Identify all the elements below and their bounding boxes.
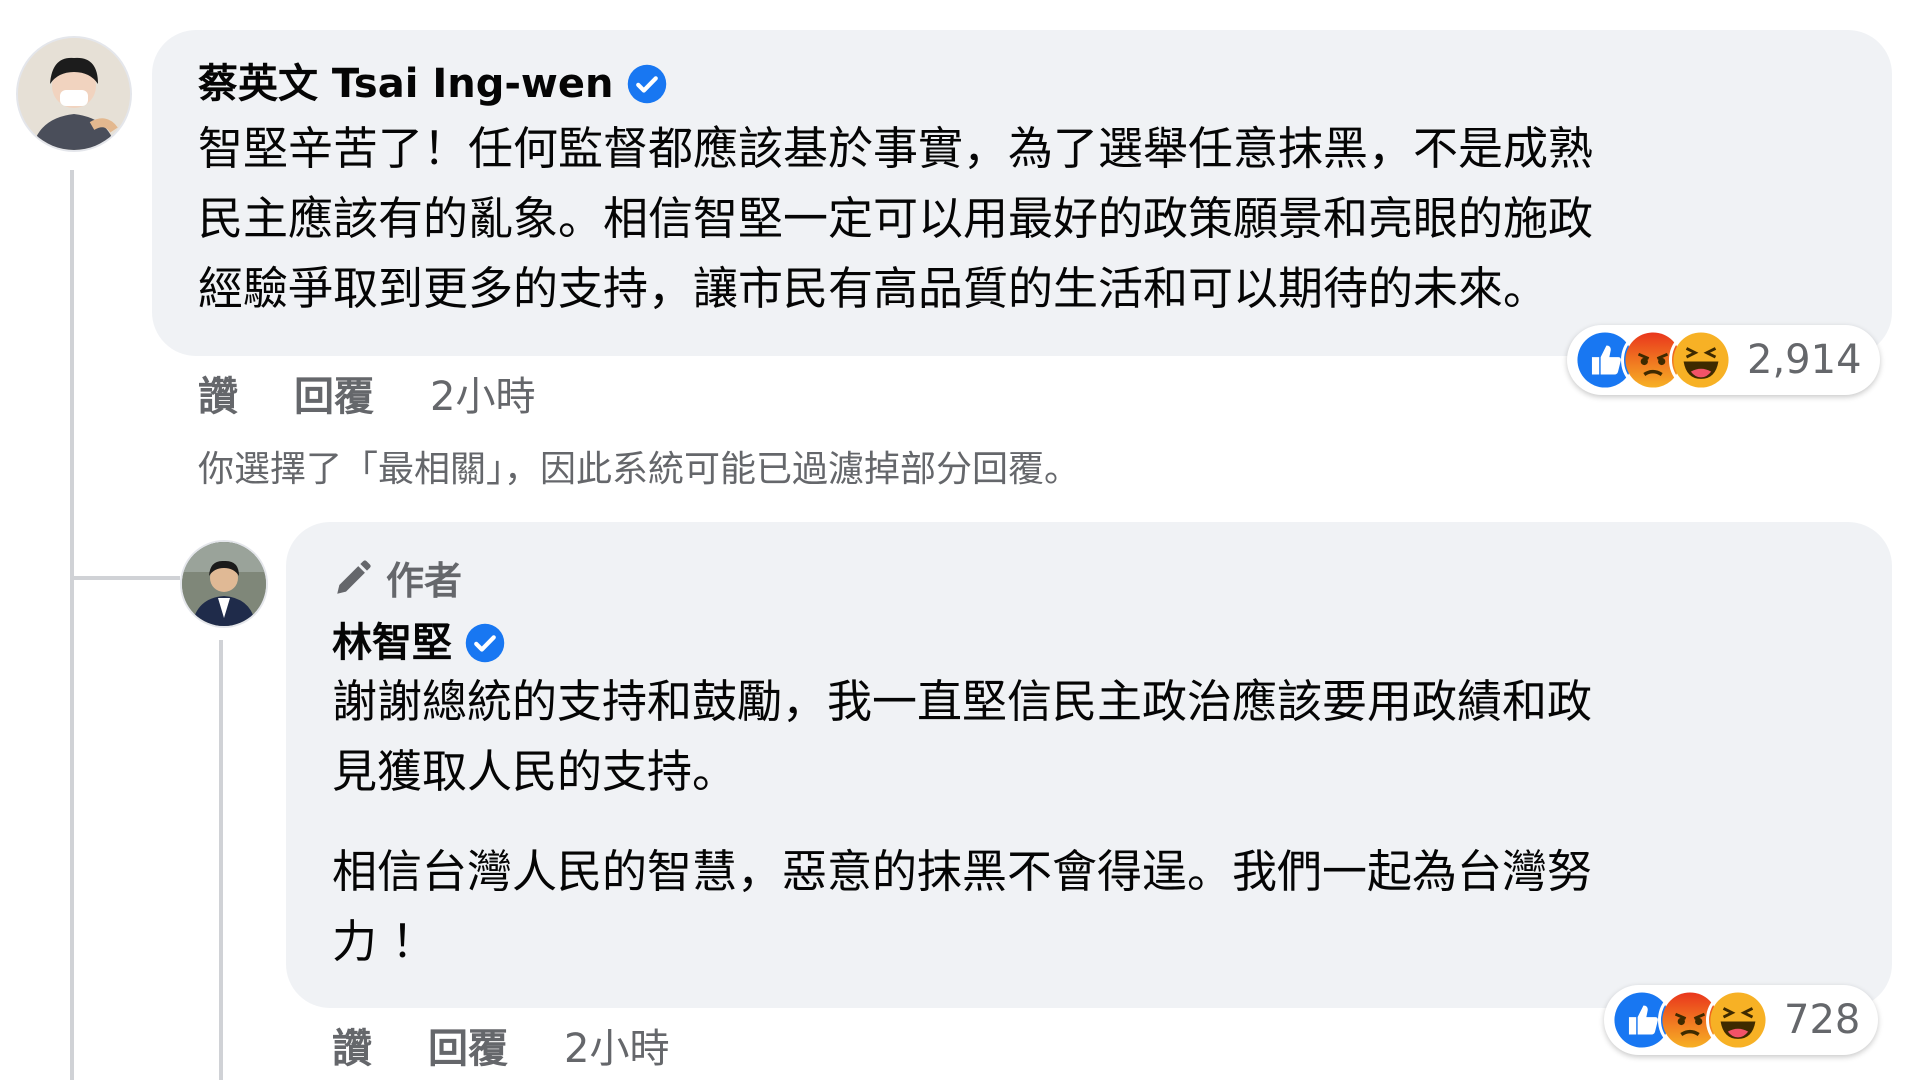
haha-reaction-icon [1706,988,1770,1052]
comment-author-name[interactable]: 蔡英文 Tsai Ing-wen [198,60,614,108]
reply-author[interactable]: 林智堅 [332,619,1848,667]
reply-actions: 讚 回覆 2小時 [332,1016,669,1074]
thread-line-vertical [70,170,74,1080]
reply-button[interactable]: 回覆 [294,364,374,422]
like-button[interactable]: 讚 [198,364,238,422]
haha-reaction-icon [1669,328,1733,392]
filter-note: 你選擇了「最相關」，因此系統可能已過濾掉部分回覆。 [198,449,1081,490]
reply-p1-line-1: 謝謝總統的支持和鼓勵，我一直堅信民主政治應該要用政績和政 [332,675,1593,728]
reply-like-button[interactable]: 讚 [332,1016,372,1074]
avatar-tsai[interactable] [16,36,132,152]
comment-actions: 讚 回覆 2小時 [198,364,535,422]
reply-thread-line [219,640,223,1080]
comment-line-1: 智堅辛苦了！任何監督都應該基於事實，為了選舉任意抹黑，不是成熟 [198,122,1594,175]
reply-bubble: 作者 林智堅 謝謝總統的支持和鼓勵，我一直堅信民主政治應該要用政績和政 見獲取人民… [286,522,1892,1008]
reply-timestamp[interactable]: 2小時 [564,1016,669,1074]
reply-author-name[interactable]: 林智堅 [332,619,452,667]
pencil-icon [337,559,371,594]
thread-line-branch [70,576,180,580]
comment-bubble: 蔡英文 Tsai Ing-wen 智堅辛苦了！任何監督都應該基於事實，為了選舉任… [152,30,1892,356]
author-badge: 作者 [332,550,1848,605]
reply-p1-line-2: 見獲取人民的支持。 [332,745,738,798]
author-badge-label: 作者 [386,559,463,603]
reply-p2-line-2: 力 ！ [332,915,437,968]
comment-reaction-count: 2,914 [1747,337,1862,383]
reply-reactions[interactable]: 728 [1604,985,1879,1055]
comment-text: 智堅辛苦了！任何監督都應該基於事實，為了選舉任意抹黑，不是成熟 民主應該有的亂象。… [198,114,1848,324]
reply-paragraph-1: 謝謝總統的支持和鼓勵，我一直堅信民主政治應該要用政績和政 見獲取人民的支持。 [332,667,1848,807]
reply-reaction-count: 728 [1784,997,1861,1043]
comment-author[interactable]: 蔡英文 Tsai Ing-wen [198,60,1848,108]
verified-badge-icon [627,64,666,104]
reply-p2-line-1: 相信台灣人民的智慧，惡意的抹黑不會得逞。我們一起為台灣努 [332,845,1593,898]
comment-line-2: 民主應該有的亂象。相信智堅一定可以用最好的政策願景和亮眼的施政 [198,192,1594,245]
verified-badge-icon [465,623,505,663]
avatar-lin[interactable] [180,540,268,628]
comment-reactions[interactable]: 2,914 [1567,325,1880,395]
comment-line-3: 經驗爭取到更多的支持，讓市民有高品質的生活和可以期待的未來。 [198,262,1549,315]
comment-timestamp[interactable]: 2小時 [430,364,535,422]
reply-paragraph-2: 相信台灣人民的智慧，惡意的抹黑不會得逞。我們一起為台灣努力 ！ [332,837,1848,977]
reply-reply-button[interactable]: 回覆 [428,1016,508,1074]
